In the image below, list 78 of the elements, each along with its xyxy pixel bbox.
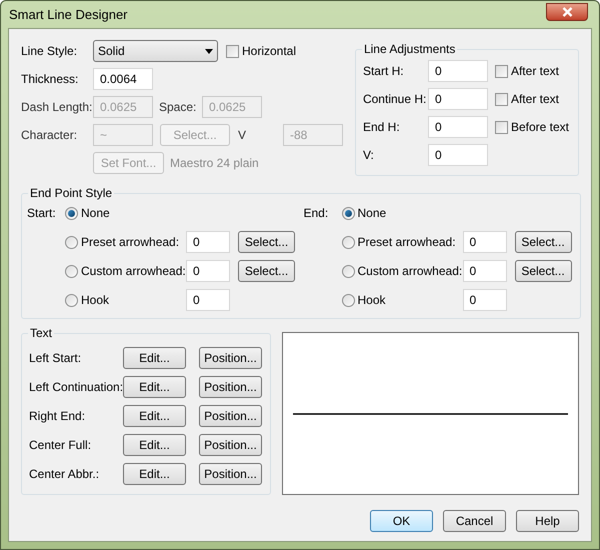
line-style-dropdown[interactable]: Solid [93,40,218,62]
field-label: Right End: [29,408,86,425]
radio-button[interactable] [65,236,78,248]
select-button[interactable]: Select... [238,231,295,253]
select-button[interactable]: Select... [238,260,295,282]
field-label: Start: [27,205,56,222]
radio-button[interactable] [342,206,354,220]
select-button[interactable]: Select... [514,231,572,253]
text-field[interactable]: 0.0064 [93,68,153,90]
dialog-button[interactable]: Help [516,510,579,532]
field-label: None [358,205,386,222]
field-label: Hook [81,292,110,309]
field-label: Left Start: [29,350,82,367]
text-field[interactable]: 0 [186,260,230,282]
field-label: Center Abbr.: [29,466,100,483]
text-field[interactable]: 0 [462,231,506,253]
radio-button[interactable] [342,264,354,278]
dropdown-arrow-icon [205,48,213,54]
field-label: After text [510,63,559,80]
edit-button[interactable]: Edit... [123,347,186,369]
radio-button[interactable] [65,264,78,278]
radio-button[interactable] [65,294,78,306]
text-field[interactable]: 0 [462,289,506,311]
field-label: V [238,128,246,142]
checkbox[interactable] [494,64,508,78]
field-label: Thickness: [21,71,80,88]
select-button[interactable]: Select... [514,260,572,282]
field-label: After text [510,91,559,108]
field-label: Character: [21,127,78,144]
edit-button[interactable]: Edit... [123,376,186,398]
field-label: Line Style: [21,43,78,60]
group-title: End Point Style [28,186,114,200]
field-label: Custom arrowhead: [81,263,186,280]
text-field[interactable]: 0 [428,88,488,110]
radio-button[interactable] [342,236,354,248]
text-field[interactable]: 0 [428,60,488,82]
field-label: None [81,205,110,222]
group-title: Text [28,326,54,340]
field-label: Preset arrowhead: [81,234,180,251]
field-label: Before text [510,119,569,136]
radio-button[interactable] [65,206,78,220]
position-button[interactable]: Position... [199,376,262,398]
checkbox[interactable] [226,44,239,58]
text-field[interactable]: 0 [186,289,230,311]
text-field[interactable]: 0 [428,144,488,166]
position-button[interactable]: Position... [199,405,262,427]
field-label: Dash Length: [21,99,93,116]
field-label: Custom arrowhead: [358,263,462,280]
field-label: Hook [358,292,386,309]
field-label: Horizontal [242,43,296,60]
field-label: Left Continuation: [29,379,123,396]
edit-button[interactable]: Edit... [123,463,186,485]
field-label: Start H: [362,63,405,80]
edit-button[interactable]: Edit... [123,434,186,456]
text-field[interactable]: 0 [428,116,488,138]
edit-button[interactable]: Edit... [123,405,186,427]
position-button[interactable]: Position... [199,463,262,485]
radio-button[interactable] [342,294,354,306]
field-label: End: [304,205,328,222]
field-label: Preset arrowhead: [358,234,456,251]
field-label: V: [362,147,375,164]
close-button[interactable] [546,2,588,20]
text-field[interactable]: 0 [186,231,230,253]
position-button[interactable]: Position... [199,434,262,456]
field-label: Center Full: [29,437,92,454]
dialog-button[interactable]: OK [370,510,433,532]
group-title: Line Adjustments [362,42,458,56]
dialog-button[interactable]: Cancel [443,510,506,532]
close-icon [562,6,572,16]
field-label: Continue H: [362,91,428,108]
text-field[interactable]: 0 [462,260,506,282]
position-button[interactable]: Position... [199,347,262,369]
font-name: Maestro 24 plain [170,155,259,172]
field-label: Space: [159,100,196,114]
window-title: Smart Line Designer [9,6,128,24]
checkbox[interactable] [494,120,508,134]
checkbox[interactable] [494,92,508,106]
field-label: End H: [362,119,401,136]
